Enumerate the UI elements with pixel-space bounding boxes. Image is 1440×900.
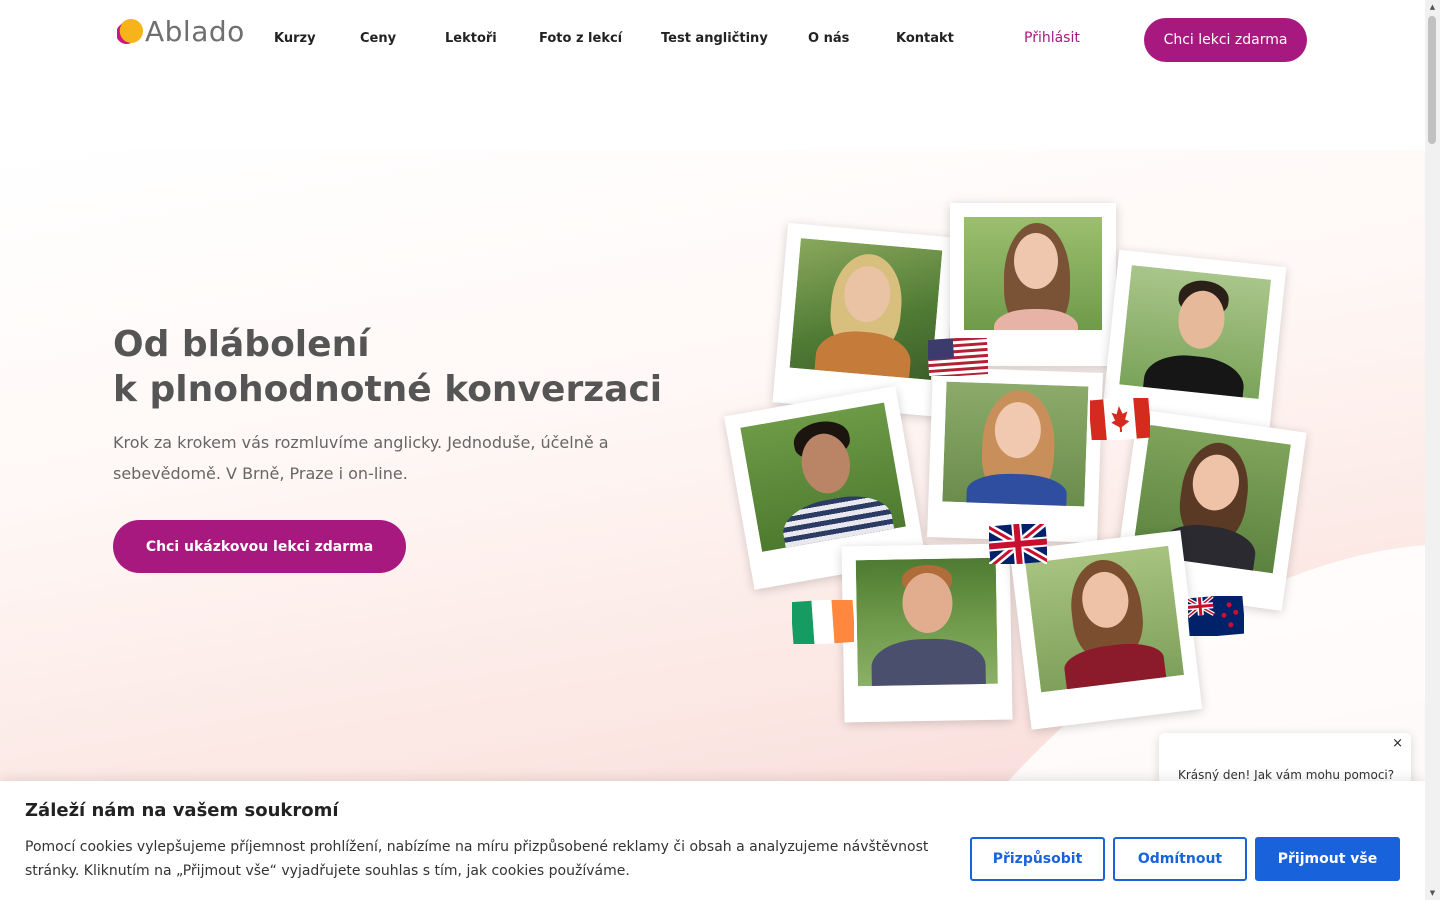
sample-lesson-button[interactable]: Chci ukázkovou lekci zdarma [113,520,406,573]
tutor-photo [841,543,1013,723]
nav-o-nas[interactable]: O nás [808,31,849,46]
hero-title-line-1: Od blábolení [113,324,370,365]
cookie-customize-button[interactable]: Přizpůsobit [970,837,1105,881]
page-scrollbar[interactable]: ▲ ▼ [1425,0,1440,900]
cookie-accept-button[interactable]: Přijmout vše [1255,837,1400,881]
scroll-down-arrow-icon[interactable]: ▼ [1428,889,1437,897]
cookie-title: Záleží nám na vašem soukromí [25,800,339,821]
cookie-reject-button[interactable]: Odmítnout [1113,837,1247,881]
chat-message: Krásný den! Jak vám mohu pomoci? [1178,768,1395,782]
photo [964,217,1102,330]
flag-usa-icon [928,338,988,376]
nav-kurzy[interactable]: Kurzy [274,31,316,46]
scroll-up-arrow-icon[interactable]: ▲ [1428,3,1437,11]
tutor-photo [772,222,958,418]
nav-ceny[interactable]: Ceny [360,31,396,46]
photo [789,238,943,380]
free-lesson-button[interactable]: Chci lekci zdarma [1144,18,1307,62]
photo [1025,545,1185,693]
tutor-photo [927,367,1103,543]
flag-new-zealand-icon [1188,596,1244,636]
nav-test-anglictiny[interactable]: Test angličtiny [661,31,768,46]
cookie-consent-bar: Záleží nám na vašem soukromí Pomocí cook… [0,781,1425,900]
photo [1119,265,1272,400]
close-icon[interactable]: × [1392,736,1403,751]
scroll-thumb[interactable] [1428,16,1436,144]
nav-kontakt[interactable]: Kontakt [896,31,954,46]
hero-title: Od blábolení k plnohodnotné konverzaci [113,322,662,412]
flag-canada-icon [1090,398,1150,440]
site-header: Ablado Kurzy Ceny Lektoři Foto z lekcí T… [0,0,1425,80]
cookie-text: Pomocí cookies vylepšujeme příjemnost pr… [25,839,929,879]
photo [855,557,998,687]
nav-lektori[interactable]: Lektoři [445,31,497,46]
hero-subtitle: Krok za krokem vás rozmluvíme anglicky. … [113,433,609,483]
login-link[interactable]: Přihlásit [1024,30,1080,46]
nav-foto-z-lekci[interactable]: Foto z lekcí [539,31,622,46]
flag-ireland-icon [792,600,854,644]
flag-uk-icon [989,524,1047,564]
page: Ablado Kurzy Ceny Lektoři Foto z lekcí T… [0,0,1425,900]
photo [942,381,1089,507]
photo [740,402,906,552]
hero-title-line-2: k plnohodnotné konverzaci [113,369,663,410]
